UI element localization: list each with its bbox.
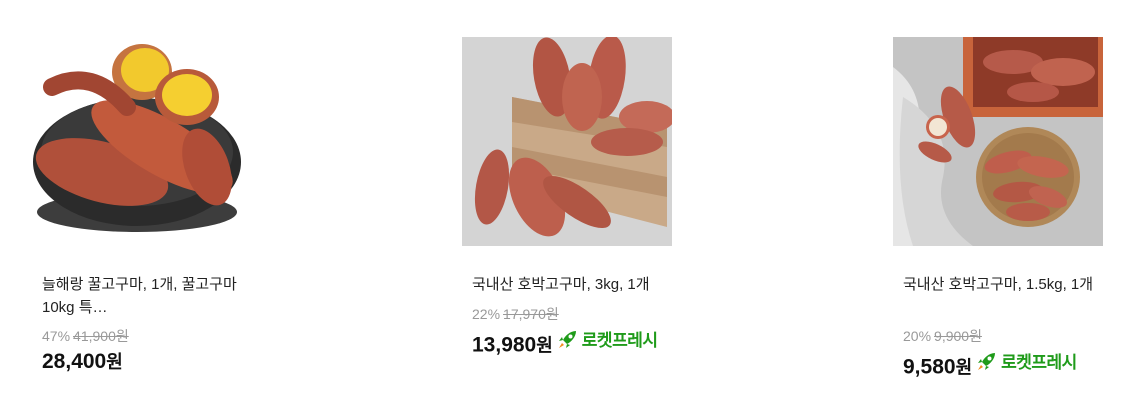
price-number: 13,980 <box>472 333 537 357</box>
product-title[interactable]: 늘해랑 꿀고구마, 1개, 꿀고구마 10kg 특… <box>42 273 247 319</box>
rocket-icon <box>558 330 576 348</box>
price-unit: 원 <box>955 357 973 378</box>
rocket-fresh-badge: 로켓프레시 <box>557 326 658 351</box>
sale-price: 9,580원 로켓프레시 <box>903 348 1077 380</box>
discount-rate: 20% <box>903 328 932 344</box>
product-image[interactable] <box>32 37 242 246</box>
rocket-fresh-label: 로켓프레시 <box>1001 353 1077 372</box>
product-card[interactable]: 늘해랑 꿀고구마, 1개, 꿀고구마 10kg 특… 47% 41,900원 28… <box>32 0 262 411</box>
original-price: 41,900원 <box>73 328 129 344</box>
rocket-fresh-label: 로켓프레시 <box>581 331 658 350</box>
rocket-fresh-badge: 로켓프레시 <box>976 348 1077 373</box>
discount-rate: 22% <box>472 306 501 322</box>
price-unit: 원 <box>106 352 123 372</box>
price-unit: 원 <box>536 335 553 356</box>
sale-price: 28,400원 <box>42 348 123 374</box>
rocket-icon <box>978 352 996 370</box>
sale-price: 13,980원 로켓프레시 <box>472 326 658 358</box>
discount-rate: 47% <box>42 328 71 344</box>
product-card[interactable]: 국내산 호박고구마, 3kg, 1개 22% 17,970원 13,980원 로켓… <box>462 0 692 411</box>
discount-info: 20% 9,900원 <box>903 326 982 346</box>
price-number: 28,400 <box>42 350 107 373</box>
discount-info: 47% 41,900원 <box>42 326 129 346</box>
product-card[interactable]: 국내산 호박고구마, 1.5kg, 1개 20% 9,900원 9,580원 로켓… <box>893 0 1123 411</box>
price-number: 9,580 <box>903 355 956 379</box>
product-title[interactable]: 국내산 호박고구마, 1.5kg, 1개 <box>903 273 1108 296</box>
product-image[interactable] <box>893 37 1103 246</box>
sweet-potato-bowl-image <box>32 37 242 246</box>
discount-info: 22% 17,970원 <box>472 304 559 324</box>
original-price: 17,970원 <box>503 306 559 322</box>
product-title[interactable]: 국내산 호박고구마, 3kg, 1개 <box>472 273 677 296</box>
product-image[interactable] <box>462 37 672 246</box>
sweet-potato-basket-image <box>893 37 1103 246</box>
original-price: 9,900원 <box>934 328 982 344</box>
sweet-potato-crate-image <box>462 37 672 246</box>
